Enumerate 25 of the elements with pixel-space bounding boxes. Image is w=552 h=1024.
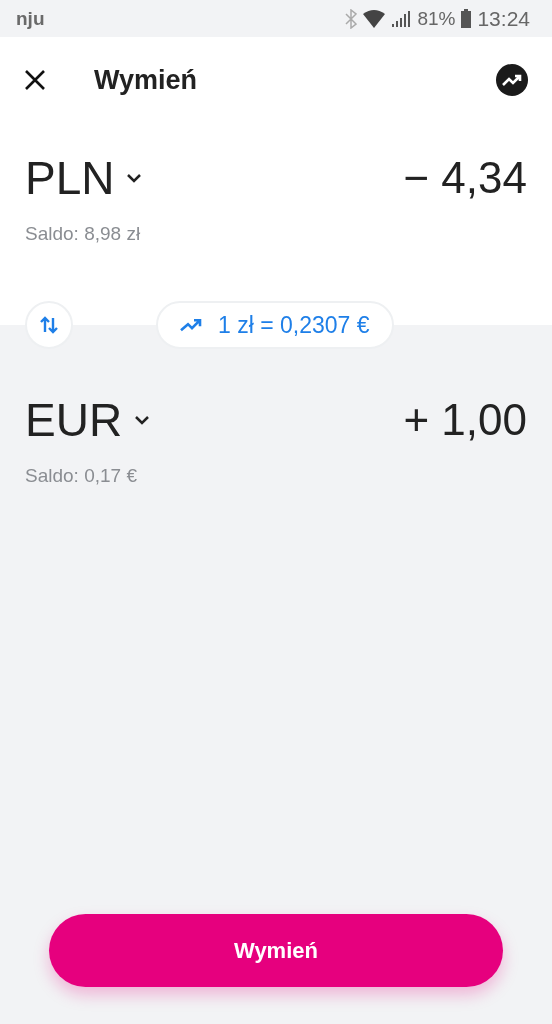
signal-icon xyxy=(391,9,412,28)
trend-chart-icon xyxy=(496,64,528,96)
bluetooth-icon xyxy=(345,8,358,29)
screen-title: Wymień xyxy=(94,64,199,96)
battery-percent: 81% xyxy=(417,7,456,30)
amount-text: − 4,34 xyxy=(403,153,527,203)
exchange-rate-button[interactable]: 1 zł = 0,2307 € xyxy=(156,301,394,349)
exchange-button[interactable]: Wymień xyxy=(49,914,503,987)
clock-time: 13:24 xyxy=(477,6,530,31)
balance-text: Saldo: 8,98 zł xyxy=(25,223,142,245)
carrier-name: nju xyxy=(16,7,46,30)
currency-selector[interactable]: EUR xyxy=(25,393,151,447)
battery-icon xyxy=(461,9,472,28)
trend-up-icon xyxy=(180,317,204,333)
chevron-down-icon xyxy=(126,173,143,183)
close-icon xyxy=(24,69,46,91)
amount-text: + 1,00 xyxy=(403,395,527,445)
currency-selector[interactable]: PLN xyxy=(25,151,143,205)
swap-button[interactable] xyxy=(25,301,73,349)
swap-arrows-icon xyxy=(39,315,59,335)
chevron-down-icon xyxy=(134,415,151,425)
wifi-icon xyxy=(363,9,386,28)
close-button[interactable] xyxy=(24,69,46,91)
chart-button[interactable] xyxy=(496,64,528,96)
balance-text: Saldo: 0,17 € xyxy=(25,465,138,487)
